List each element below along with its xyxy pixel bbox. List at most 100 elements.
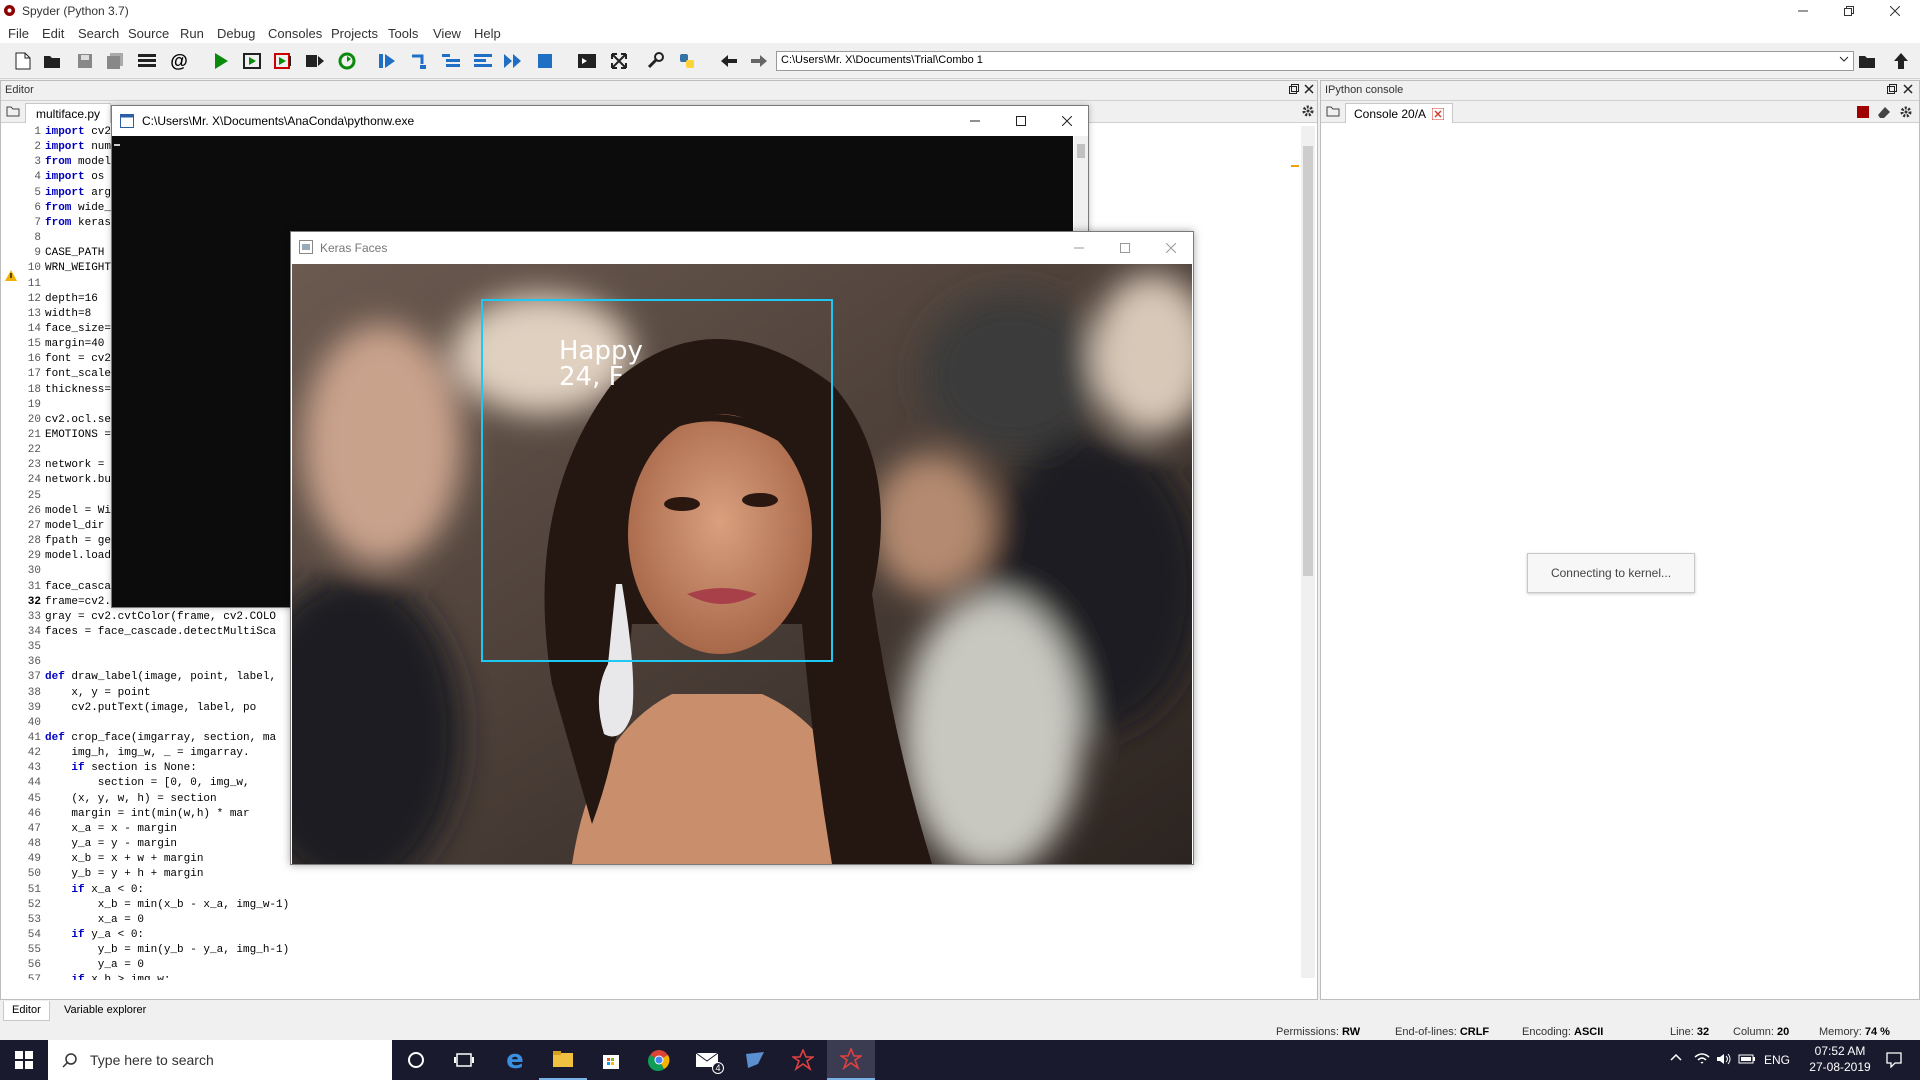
code-line[interactable]: y_a = y - margin — [45, 838, 177, 850]
new-file-icon[interactable] — [12, 50, 34, 72]
spyder-taskbar-icon[interactable] — [779, 1040, 827, 1080]
menu-edit[interactable]: Edit — [42, 26, 64, 41]
browse-folder-icon[interactable] — [1858, 50, 1880, 72]
stop-kernel-icon[interactable] — [1857, 106, 1869, 118]
code-line[interactable]: def crop_face(imgarray, section, ma — [45, 732, 276, 744]
step-into-icon[interactable] — [440, 50, 462, 72]
minimize-button[interactable] — [1074, 243, 1084, 253]
code-line[interactable]: EMOTIONS = — [45, 429, 111, 441]
gear-icon[interactable] — [1899, 105, 1913, 119]
code-line[interactable]: from model — [45, 156, 111, 168]
code-line[interactable]: x_b = x + w + margin — [45, 853, 203, 865]
menu-source[interactable]: Source — [128, 26, 169, 41]
undock-icon[interactable] — [1289, 84, 1299, 94]
save-icon[interactable] — [74, 50, 96, 72]
code-line[interactable]: (x, y, w, h) = section — [45, 793, 216, 805]
windows-start-icon[interactable] — [0, 1040, 48, 1080]
minimize-button[interactable] — [1780, 0, 1826, 22]
code-line[interactable]: depth=16 — [45, 293, 98, 305]
tab-editor[interactable]: Editor — [3, 1001, 50, 1021]
code-line[interactable]: fpath = ge — [45, 535, 111, 547]
tab-variable-explorer[interactable]: Variable explorer — [58, 1001, 152, 1021]
forward-arrow-icon[interactable] — [748, 50, 770, 72]
code-line[interactable]: network = — [45, 459, 104, 471]
code-line[interactable]: model_dir — [45, 520, 104, 532]
input-language[interactable]: ENG — [1764, 1053, 1790, 1067]
run-cell-icon[interactable] — [242, 50, 264, 72]
python-path-icon[interactable] — [676, 50, 698, 72]
close-pane-icon[interactable] — [1304, 84, 1314, 94]
close-button[interactable] — [1872, 0, 1918, 22]
code-line[interactable]: face_size= — [45, 323, 111, 335]
edge-browser-icon[interactable]: e — [491, 1040, 539, 1080]
stop-debug-icon[interactable] — [534, 50, 556, 72]
code-line[interactable]: import cv2 — [45, 126, 111, 138]
show-hidden-icons-chevron-up-icon[interactable] — [1670, 1053, 1682, 1061]
back-arrow-icon[interactable] — [718, 50, 740, 72]
run-icon[interactable] — [210, 50, 232, 72]
open-file-icon[interactable] — [42, 50, 64, 72]
tab-console[interactable]: Console 20/A — [1345, 103, 1454, 123]
continue-icon[interactable] — [502, 50, 524, 72]
save-all-icon[interactable] — [104, 50, 126, 72]
menu-run[interactable]: Run — [180, 26, 204, 41]
maximize-pane-icon[interactable] — [576, 50, 598, 72]
run-cell-advance-icon[interactable] — [274, 50, 296, 72]
editor-scrollbar[interactable] — [1301, 126, 1315, 978]
code-line[interactable]: margin = int(min(w,h) * mar — [45, 808, 249, 820]
code-line[interactable]: img_h, img_w, _ = imgarray. — [45, 747, 249, 759]
maximize-button[interactable] — [1120, 243, 1130, 253]
preferences-wrench-icon[interactable] — [644, 50, 666, 72]
code-line[interactable]: if y_a < 0: — [45, 929, 144, 941]
chevron-down-icon[interactable] — [1839, 55, 1849, 63]
menu-consoles[interactable]: Consoles — [268, 26, 322, 41]
volume-icon[interactable] — [1716, 1052, 1732, 1066]
undock-icon[interactable] — [1887, 84, 1897, 94]
clock[interactable]: 07:52 AM 27-08-2019 — [1800, 1043, 1880, 1075]
battery-icon[interactable] — [1738, 1053, 1756, 1065]
console-scrollbar-thumb[interactable] — [1077, 144, 1085, 158]
notifications-icon[interactable] — [1886, 1052, 1902, 1068]
close-button[interactable] — [1166, 243, 1176, 253]
task-view-icon[interactable] — [440, 1040, 488, 1080]
code-line[interactable]: WRN_WEIGHT — [45, 262, 111, 274]
close-pane-icon[interactable] — [1903, 84, 1913, 94]
code-line[interactable]: x_a = 0 — [45, 914, 144, 926]
store-icon[interactable] — [587, 1040, 635, 1080]
code-line[interactable]: x_b = min(x_b - x_a, img_w-1) — [45, 899, 289, 911]
taskbar-search-box[interactable]: Type here to search — [48, 1040, 392, 1080]
code-line[interactable]: CASE_PATH — [45, 247, 104, 259]
code-line[interactable]: network.bu — [45, 474, 111, 486]
menu-file[interactable]: File — [8, 26, 29, 41]
step-return-icon[interactable] — [472, 50, 494, 72]
code-line[interactable]: if section is None: — [45, 762, 196, 774]
debug-icon[interactable] — [376, 50, 398, 72]
menu-projects[interactable]: Projects — [331, 26, 378, 41]
code-line[interactable]: x_a = x - margin — [45, 823, 177, 835]
browse-tabs-folder-icon[interactable] — [1326, 105, 1340, 117]
menu-view[interactable]: View — [433, 26, 461, 41]
code-line[interactable]: model = Wi — [45, 505, 111, 517]
wifi-icon[interactable] — [1694, 1052, 1710, 1066]
eraser-icon[interactable] — [1877, 105, 1891, 119]
code-line[interactable]: faces = face_cascade.detectMultiSca — [45, 626, 276, 638]
code-line[interactable]: gray = cv2.cvtColor(frame, cv2.COLO — [45, 611, 276, 623]
step-icon[interactable] — [408, 50, 430, 72]
menu-tools[interactable]: Tools — [388, 26, 418, 41]
code-line[interactable]: cv2.putText(image, label, po — [45, 702, 256, 714]
restore-button[interactable] — [1826, 0, 1872, 22]
run-selection-icon[interactable] — [304, 50, 326, 72]
code-line[interactable]: section = [0, 0, img_w, — [45, 777, 250, 789]
code-line[interactable]: from keras — [45, 217, 111, 229]
code-line[interactable]: model.load — [45, 550, 111, 562]
browse-tabs-folder-icon[interactable] — [6, 105, 20, 117]
file-explorer-icon[interactable] — [539, 1040, 587, 1080]
cortana-icon[interactable] — [392, 1040, 440, 1080]
at-symbol-icon[interactable]: @ — [168, 50, 190, 72]
code-line[interactable]: y_b = y + h + margin — [45, 868, 203, 880]
code-line[interactable]: x, y = point — [45, 687, 150, 699]
code-line[interactable]: font_scale — [45, 368, 111, 380]
chrome-icon[interactable] — [635, 1040, 683, 1080]
rerun-icon[interactable] — [336, 50, 358, 72]
close-tab-icon[interactable] — [1432, 107, 1445, 120]
